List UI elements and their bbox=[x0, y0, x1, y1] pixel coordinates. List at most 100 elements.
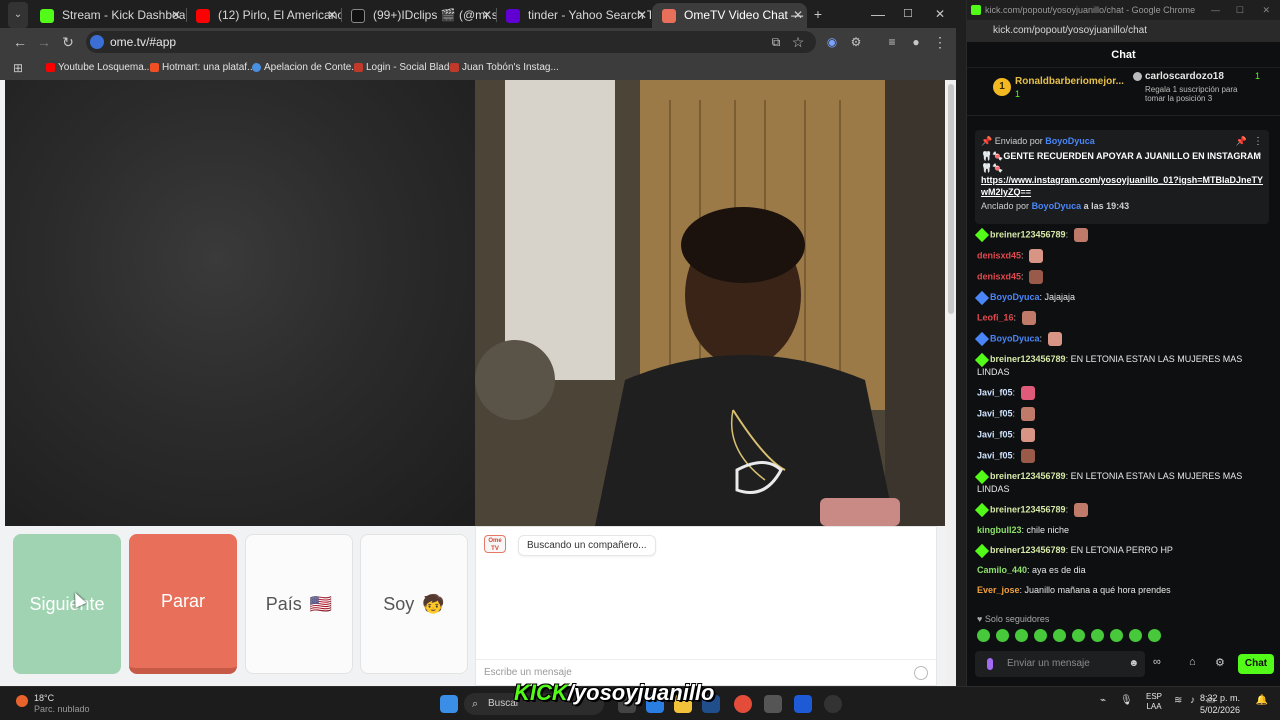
emote-icon[interactable] bbox=[1020, 407, 1035, 421]
chat-username[interactable]: Camilo_440 bbox=[977, 565, 1027, 575]
bookmark-item[interactable]: Youtube Losquema... bbox=[44, 56, 152, 80]
chat-username[interactable]: Javi_f05 bbox=[977, 387, 1013, 397]
language-indicator[interactable]: ESP LAA bbox=[1146, 692, 1162, 712]
page-scrollbar[interactable] bbox=[946, 80, 956, 686]
emote-icon[interactable] bbox=[1020, 449, 1035, 463]
emoji-icon[interactable] bbox=[914, 666, 928, 680]
chat-username[interactable]: breiner123456789 bbox=[990, 229, 1066, 239]
volume-icon[interactable]: ♪ bbox=[1190, 695, 1195, 706]
capcut-icon[interactable] bbox=[764, 695, 782, 713]
second-username[interactable]: carloscardozo18 bbox=[1145, 71, 1224, 82]
profile-avatar-icon[interactable]: ● bbox=[906, 28, 926, 56]
store-icon[interactable]: ⌂ bbox=[1189, 656, 1196, 668]
emote-icon[interactable] bbox=[1053, 629, 1066, 642]
chat-username[interactable]: Leofi_16 bbox=[977, 312, 1014, 322]
chat-username[interactable]: breiner123456789 bbox=[990, 545, 1066, 555]
pinned-by-user[interactable]: BoyoDyuca bbox=[1032, 201, 1082, 211]
extension-icon[interactable]: ◉ bbox=[822, 28, 842, 56]
tab-tiktok[interactable]: (99+)IDclips 🎬 (@mr.stiven.tc ✕ bbox=[341, 3, 496, 28]
chat-username[interactable]: Javi_f05 bbox=[977, 450, 1013, 460]
network-icon[interactable]: ⌁ bbox=[1100, 695, 1106, 706]
media-icon[interactable]: ≡ bbox=[882, 28, 902, 56]
emote-icon[interactable] bbox=[977, 629, 990, 642]
emote-icon[interactable] bbox=[1047, 332, 1062, 346]
emote-icon[interactable] bbox=[1020, 428, 1035, 442]
scrollbar-thumb[interactable] bbox=[948, 84, 954, 314]
emote-icon[interactable] bbox=[1110, 629, 1123, 642]
weather-widget[interactable]: 18°C Parc. nublado bbox=[14, 693, 90, 715]
maximize-icon[interactable]: ☐ bbox=[898, 0, 918, 28]
install-app-icon[interactable]: ⧉ bbox=[766, 28, 786, 56]
obs-icon[interactable] bbox=[824, 695, 842, 713]
bookmark-item[interactable]: Apelacion de Conte... bbox=[250, 56, 360, 80]
emote-icon[interactable] bbox=[1148, 629, 1161, 642]
stop-button[interactable]: Parar bbox=[129, 534, 237, 674]
emote-icon[interactable] bbox=[1072, 629, 1085, 642]
chat-username[interactable]: breiner123456789 bbox=[990, 354, 1066, 364]
pinned-sender[interactable]: BoyoDyuca bbox=[1045, 136, 1095, 146]
wifi-icon[interactable]: ≋ bbox=[1174, 695, 1182, 706]
extensions-puzzle-icon[interactable]: ⚙ bbox=[846, 28, 866, 56]
emote-icon[interactable] bbox=[1073, 228, 1088, 242]
chat-username[interactable]: Javi_f05 bbox=[977, 408, 1013, 418]
chat-username[interactable]: BoyoDyuca bbox=[990, 292, 1040, 302]
emote-icon[interactable] bbox=[1020, 386, 1035, 400]
window-close-icon[interactable]: ✕ bbox=[930, 0, 950, 28]
close-icon[interactable]: ✕ bbox=[327, 3, 337, 28]
collapse-icon[interactable]: ⌃ bbox=[1255, 152, 1263, 163]
chat-username[interactable]: Javi_f05 bbox=[977, 429, 1013, 439]
chat-username[interactable]: Ever_jose bbox=[977, 585, 1020, 595]
settings-icon[interactable]: ⚙ bbox=[1215, 656, 1225, 669]
minimize-icon[interactable]: — bbox=[868, 0, 888, 28]
chat-username[interactable]: denisxd45 bbox=[977, 250, 1021, 260]
system-clock[interactable]: 8:32 p. m. 5/02/2026 bbox=[1200, 692, 1240, 716]
pinned-link[interactable]: https://www.instagram.com/yosoyjuanillo_… bbox=[981, 174, 1263, 198]
tab-search-icon[interactable]: ⌄ bbox=[8, 2, 28, 28]
close-icon[interactable]: ✕ bbox=[482, 3, 492, 28]
emote-icon[interactable] bbox=[1021, 311, 1036, 325]
emote-icon[interactable] bbox=[1129, 629, 1142, 642]
leader-username[interactable]: Ronaldbarberiomejor... bbox=[1015, 76, 1124, 87]
country-button[interactable]: País 🇺🇸 bbox=[245, 534, 353, 674]
address-bar[interactable]: kick.com/popout/yosoyjuanillo/chat bbox=[967, 20, 1280, 42]
chrome-icon[interactable] bbox=[734, 695, 752, 713]
minimize-icon[interactable]: — bbox=[1211, 0, 1220, 20]
emote-icon[interactable] bbox=[1034, 629, 1047, 642]
reload-icon[interactable]: ↻ bbox=[58, 28, 78, 56]
address-bar[interactable]: ome.tv/#app bbox=[86, 31, 816, 53]
microphone-icon[interactable] bbox=[987, 658, 993, 670]
bookmark-item[interactable]: Hotmart: una plataf... bbox=[148, 56, 255, 80]
chat-username[interactable]: breiner123456789 bbox=[990, 504, 1066, 514]
send-chat-button[interactable]: Chat bbox=[1238, 654, 1274, 674]
close-icon[interactable]: ✕ bbox=[793, 3, 803, 28]
close-icon[interactable]: ✕ bbox=[171, 3, 181, 28]
tab-kick-dashboard[interactable]: Stream - Kick Dashboard ✕ bbox=[30, 3, 185, 28]
window-close-icon[interactable]: ✕ bbox=[1262, 0, 1270, 20]
menu-icon[interactable]: ⋮ bbox=[930, 28, 950, 56]
emoji-icon[interactable]: ☻ bbox=[1128, 651, 1139, 677]
new-tab-icon[interactable]: + bbox=[808, 0, 828, 28]
microphone-icon[interactable]: 🎙 bbox=[1120, 695, 1133, 706]
bookmark-item[interactable]: Login - Social Blade bbox=[352, 56, 455, 80]
chat-username[interactable]: denisxd45 bbox=[977, 271, 1021, 281]
chat-username[interactable]: kingbull23 bbox=[977, 525, 1022, 535]
bookmark-item[interactable]: Juan Tobón's Instag... bbox=[448, 56, 559, 80]
tab-yahoo[interactable]: tinder - Yahoo Search Tus resu ✕ bbox=[496, 3, 651, 28]
back-icon[interactable]: ← bbox=[10, 28, 30, 56]
emote-icon[interactable] bbox=[1015, 629, 1028, 642]
emote-icon[interactable] bbox=[1029, 270, 1044, 284]
maximize-icon[interactable]: ☐ bbox=[1236, 0, 1244, 20]
emote-icon[interactable] bbox=[996, 629, 1009, 642]
tab-youtube[interactable]: (12) Pirlo, El Americano 4KT - ✕ bbox=[186, 3, 341, 28]
bookmark-star-icon[interactable]: ☆ bbox=[788, 28, 808, 56]
more-options-icon[interactable]: ⋮ bbox=[1253, 136, 1263, 147]
notifications-icon[interactable]: 🔔 bbox=[1256, 695, 1268, 706]
windows-start-icon[interactable] bbox=[440, 695, 458, 713]
close-icon[interactable]: ✕ bbox=[637, 3, 647, 28]
chat-username[interactable]: BoyoDyuca bbox=[990, 333, 1040, 343]
vegas-icon[interactable] bbox=[794, 695, 812, 713]
pin-icon[interactable]: 📌 bbox=[1236, 136, 1247, 147]
site-info-icon[interactable] bbox=[90, 35, 104, 49]
emote-icon[interactable] bbox=[1073, 503, 1088, 517]
apps-grid-icon[interactable]: ⊞ bbox=[8, 54, 28, 82]
